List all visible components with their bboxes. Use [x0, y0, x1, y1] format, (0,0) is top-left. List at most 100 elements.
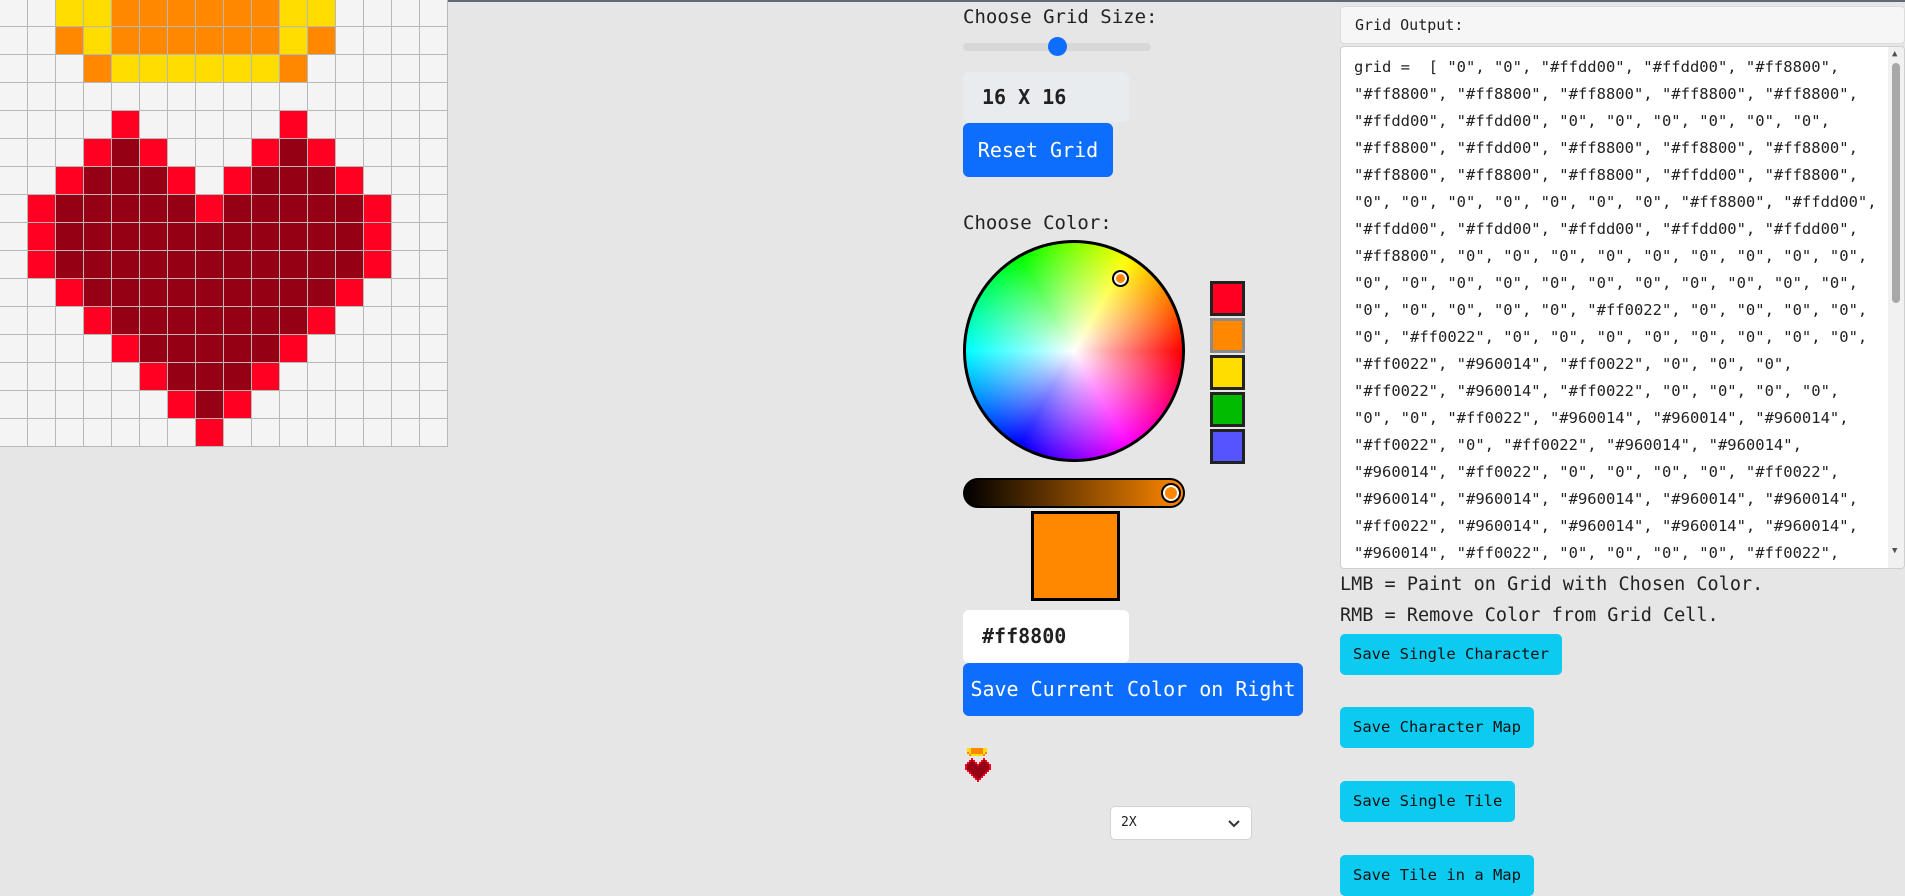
- grid-cell[interactable]: [28, 55, 56, 83]
- grid-cell[interactable]: [280, 307, 308, 335]
- grid-cell[interactable]: [364, 391, 392, 419]
- grid-cell[interactable]: [0, 55, 28, 83]
- grid-cell[interactable]: [168, 391, 196, 419]
- grid-cell[interactable]: [140, 111, 168, 139]
- grid-cell[interactable]: [168, 251, 196, 279]
- grid-cell[interactable]: [252, 195, 280, 223]
- grid-cell[interactable]: [420, 223, 448, 251]
- output-scrollbar[interactable]: ▲ ▼: [1888, 47, 1904, 568]
- grid-cell[interactable]: [308, 307, 336, 335]
- grid-cell[interactable]: [112, 0, 140, 27]
- saved-swatch-green[interactable]: [1210, 392, 1245, 427]
- grid-cell[interactable]: [28, 419, 56, 447]
- grid-cell[interactable]: [224, 223, 252, 251]
- save-current-color-button[interactable]: Save Current Color on Right: [963, 663, 1303, 716]
- grid-cell[interactable]: [140, 363, 168, 391]
- grid-cell[interactable]: [224, 279, 252, 307]
- grid-cell[interactable]: [84, 83, 112, 111]
- grid-cell[interactable]: [392, 195, 420, 223]
- grid-cell[interactable]: [112, 307, 140, 335]
- grid-cell[interactable]: [420, 335, 448, 363]
- grid-cell[interactable]: [224, 391, 252, 419]
- grid-cell[interactable]: [56, 251, 84, 279]
- grid-cell[interactable]: [392, 223, 420, 251]
- grid-cell[interactable]: [308, 391, 336, 419]
- grid-cell[interactable]: [56, 363, 84, 391]
- color-wheel-marker[interactable]: [1111, 269, 1129, 287]
- grid-cell[interactable]: [364, 223, 392, 251]
- grid-cell[interactable]: [224, 0, 252, 27]
- color-wheel[interactable]: [963, 240, 1185, 462]
- grid-cell[interactable]: [112, 55, 140, 83]
- grid-cell[interactable]: [112, 195, 140, 223]
- grid-cell[interactable]: [392, 27, 420, 55]
- grid-cell[interactable]: [280, 363, 308, 391]
- grid-cell[interactable]: [56, 195, 84, 223]
- grid-cell[interactable]: [252, 251, 280, 279]
- grid-cell[interactable]: [364, 27, 392, 55]
- grid-cell[interactable]: [336, 83, 364, 111]
- grid-cell[interactable]: [196, 139, 224, 167]
- grid-cell[interactable]: [168, 0, 196, 27]
- save-single-character-button[interactable]: Save Single Character: [1340, 634, 1562, 675]
- grid-cell[interactable]: [224, 419, 252, 447]
- grid-cell[interactable]: [336, 363, 364, 391]
- grid-cell[interactable]: [56, 27, 84, 55]
- pixel-grid-canvas[interactable]: [0, 0, 448, 447]
- grid-cell[interactable]: [420, 419, 448, 447]
- grid-cell[interactable]: [0, 27, 28, 55]
- grid-cell[interactable]: [336, 167, 364, 195]
- grid-cell[interactable]: [0, 251, 28, 279]
- grid-cell[interactable]: [196, 195, 224, 223]
- grid-cell[interactable]: [364, 139, 392, 167]
- grid-cell[interactable]: [112, 223, 140, 251]
- grid-cell[interactable]: [280, 167, 308, 195]
- grid-cell[interactable]: [392, 167, 420, 195]
- grid-cell[interactable]: [84, 223, 112, 251]
- grid-cell[interactable]: [308, 55, 336, 83]
- grid-cell[interactable]: [308, 223, 336, 251]
- grid-output-textarea[interactable]: grid = [ "0", "0", "#ffdd00", "#ffdd00",…: [1340, 46, 1905, 569]
- save-single-tile-button[interactable]: Save Single Tile: [1340, 781, 1516, 822]
- grid-cell[interactable]: [196, 307, 224, 335]
- grid-cell[interactable]: [252, 335, 280, 363]
- grid-cell[interactable]: [140, 83, 168, 111]
- grid-cell[interactable]: [112, 139, 140, 167]
- grid-cell[interactable]: [252, 363, 280, 391]
- grid-cell[interactable]: [336, 27, 364, 55]
- grid-cell[interactable]: [252, 139, 280, 167]
- grid-cell[interactable]: [28, 363, 56, 391]
- grid-cell[interactable]: [196, 223, 224, 251]
- grid-cell[interactable]: [420, 0, 448, 27]
- grid-cell[interactable]: [28, 307, 56, 335]
- grid-cell[interactable]: [420, 111, 448, 139]
- grid-cell[interactable]: [224, 83, 252, 111]
- grid-cell[interactable]: [56, 83, 84, 111]
- grid-cell[interactable]: [420, 27, 448, 55]
- grid-cell[interactable]: [0, 167, 28, 195]
- grid-cell[interactable]: [392, 83, 420, 111]
- grid-cell[interactable]: [224, 55, 252, 83]
- grid-cell[interactable]: [28, 279, 56, 307]
- grid-cell[interactable]: [112, 83, 140, 111]
- grid-cell[interactable]: [336, 251, 364, 279]
- grid-cell[interactable]: [420, 391, 448, 419]
- grid-cell[interactable]: [420, 279, 448, 307]
- grid-cell[interactable]: [392, 55, 420, 83]
- grid-cell[interactable]: [168, 195, 196, 223]
- grid-cell[interactable]: [140, 251, 168, 279]
- grid-cell[interactable]: [0, 419, 28, 447]
- grid-cell[interactable]: [28, 195, 56, 223]
- grid-cell[interactable]: [84, 0, 112, 27]
- grid-cell[interactable]: [140, 335, 168, 363]
- grid-cell[interactable]: [0, 195, 28, 223]
- grid-cell[interactable]: [392, 419, 420, 447]
- grid-cell[interactable]: [252, 307, 280, 335]
- grid-cell[interactable]: [308, 335, 336, 363]
- grid-cell[interactable]: [364, 279, 392, 307]
- grid-cell[interactable]: [364, 83, 392, 111]
- grid-cell[interactable]: [280, 195, 308, 223]
- grid-cell[interactable]: [0, 111, 28, 139]
- grid-cell[interactable]: [168, 335, 196, 363]
- grid-cell[interactable]: [392, 0, 420, 27]
